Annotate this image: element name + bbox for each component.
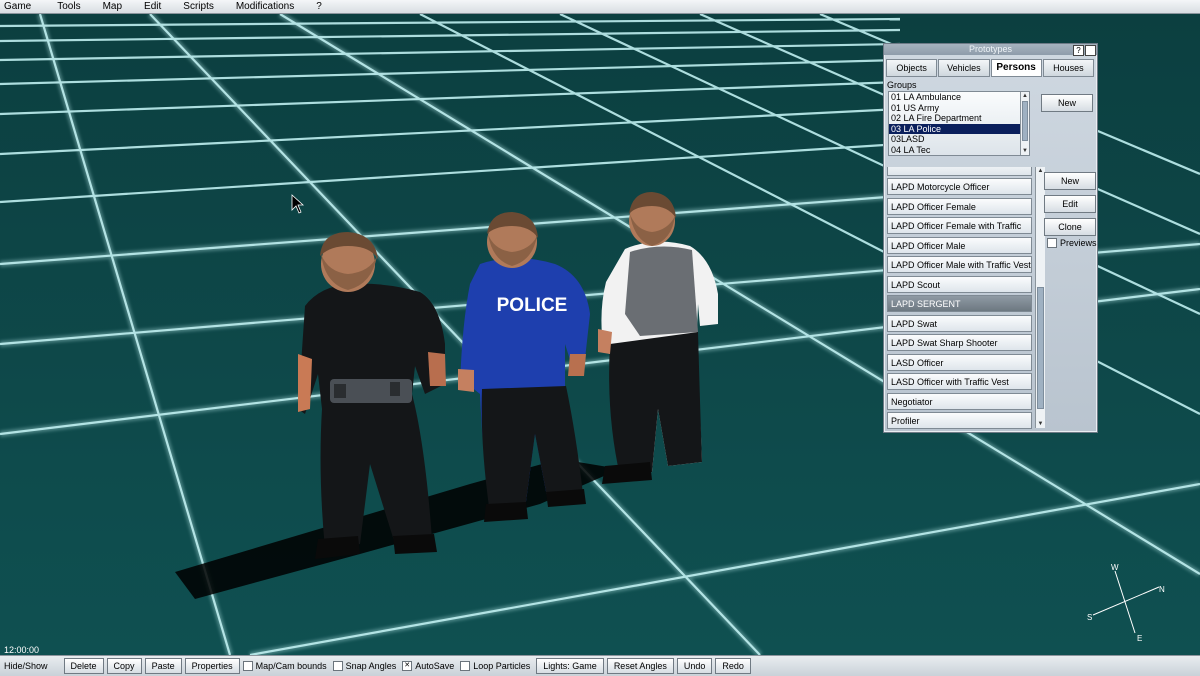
menu-help[interactable]: ? bbox=[312, 0, 322, 13]
hide-show-toggle[interactable]: Hide/Show bbox=[0, 661, 48, 671]
group-item-selected[interactable]: 03 LA Police bbox=[889, 123, 1029, 134]
copy-button[interactable]: Copy bbox=[106, 658, 142, 674]
group-item[interactable]: 01 LA Ambulance bbox=[889, 92, 1029, 103]
paste-button[interactable]: Paste bbox=[144, 658, 182, 674]
bottom-toolbar: Hide/Show Delete Copy Paste Properties M… bbox=[0, 655, 1200, 676]
group-new-button[interactable]: New bbox=[1041, 94, 1093, 112]
tab-houses[interactable]: Houses bbox=[1042, 59, 1094, 77]
prototypes-panel: Prototypes ? Objects Vehicles Persons Ho… bbox=[883, 43, 1098, 433]
shirt-police-text: POLICE bbox=[497, 295, 568, 316]
compass-rose-icon bbox=[1092, 570, 1160, 634]
group-item[interactable]: 03LASD bbox=[889, 134, 1029, 145]
menu-bar: Game Tools Map Edit Scripts Modification… bbox=[0, 0, 1200, 14]
person-item[interactable]: LAPD Officer Male bbox=[887, 237, 1032, 254]
new-button[interactable]: New bbox=[1044, 172, 1096, 190]
properties-button[interactable]: Properties bbox=[184, 658, 240, 674]
autosave-checkbox[interactable]: ✕ bbox=[402, 661, 413, 671]
map-cam-bounds-toggle[interactable]: Map/Cam bounds bbox=[242, 661, 327, 671]
person-item[interactable]: LAPD Officer Female with Traffic Vest bbox=[887, 217, 1032, 248]
group-item[interactable]: 01 US Army bbox=[889, 103, 1029, 114]
person-item[interactable]: LAPD Officer Female bbox=[887, 198, 1032, 215]
redo-button[interactable]: Redo bbox=[715, 658, 751, 674]
edit-button[interactable]: Edit bbox=[1044, 195, 1096, 213]
loop-particles-label: Loop Particles bbox=[473, 661, 531, 671]
compass: W N S E bbox=[1085, 563, 1165, 643]
groups-scrollbar[interactable]: ▲ ▼ bbox=[1020, 92, 1029, 155]
autosave-label: AutoSave bbox=[415, 661, 455, 671]
previews-toggle[interactable]: Previews bbox=[1047, 238, 1097, 248]
person-item[interactable]: LAPD Motorcycle Officer bbox=[887, 178, 1032, 195]
person-item-selected[interactable]: LAPD SERGENT bbox=[887, 295, 1032, 312]
undo-button[interactable]: Undo bbox=[676, 658, 713, 674]
minimize-button[interactable] bbox=[1085, 45, 1096, 56]
map-cam-bounds-checkbox[interactable] bbox=[242, 661, 253, 671]
person-item-partial[interactable] bbox=[887, 167, 1032, 176]
groups-label: Groups bbox=[887, 80, 917, 90]
compass-north-label: N bbox=[1159, 585, 1165, 594]
prototypes-titlebar: Prototypes ? bbox=[884, 44, 1097, 56]
reset-angles-button[interactable]: Reset Angles bbox=[606, 658, 674, 674]
tab-vehicles[interactable]: Vehicles bbox=[938, 59, 990, 77]
person-item[interactable]: Profiler bbox=[887, 412, 1032, 429]
person-item[interactable]: LAPD Swat Sharp Shooter bbox=[887, 334, 1032, 351]
person-item[interactable]: LASD Officer with Traffic Vest bbox=[887, 373, 1032, 390]
persons-scroll-thumb[interactable] bbox=[1037, 287, 1044, 409]
scroll-up-icon[interactable]: ▲ bbox=[1021, 92, 1029, 100]
loop-particles-toggle[interactable]: Loop Particles bbox=[460, 661, 530, 671]
group-item[interactable]: 02 LA Fire Department bbox=[889, 113, 1029, 124]
snap-angles-label: Snap Angles bbox=[345, 661, 397, 671]
menu-edit[interactable]: Edit bbox=[140, 0, 161, 13]
prototypes-tabs: Objects Vehicles Persons Houses bbox=[886, 59, 1095, 77]
compass-south-label: S bbox=[1087, 613, 1093, 622]
person-item[interactable]: Negotiator bbox=[887, 393, 1032, 410]
loop-particles-checkbox[interactable] bbox=[460, 661, 471, 671]
groups-list[interactable]: 01 LA Ambulance 01 US Army 02 LA Fire De… bbox=[888, 91, 1030, 156]
menu-game[interactable]: Game bbox=[0, 0, 31, 13]
groups-scroll-thumb[interactable] bbox=[1022, 101, 1028, 141]
lights-button[interactable]: Lights: Game bbox=[536, 658, 604, 674]
persons-list[interactable]: LAPD Motorcycle Officer LAPD Officer Fem… bbox=[887, 167, 1035, 429]
compass-east-label: E bbox=[1137, 634, 1143, 643]
menu-map[interactable]: Map bbox=[99, 0, 122, 13]
autosave-toggle[interactable]: ✕ AutoSave bbox=[402, 661, 454, 671]
group-item[interactable]: 04 LA Tec bbox=[889, 145, 1029, 156]
snap-angles-toggle[interactable]: Snap Angles bbox=[332, 661, 397, 671]
compass-north-west-label: W bbox=[1111, 563, 1119, 572]
clone-button[interactable]: Clone bbox=[1044, 218, 1096, 236]
previews-label: Previews bbox=[1060, 238, 1097, 248]
scroll-down-icon[interactable]: ▼ bbox=[1036, 420, 1045, 428]
scroll-down-icon[interactable]: ▼ bbox=[1021, 147, 1029, 155]
tab-objects[interactable]: Objects bbox=[886, 59, 938, 77]
tab-persons[interactable]: Persons bbox=[990, 59, 1042, 77]
person-item[interactable]: LAPD Swat bbox=[887, 315, 1032, 332]
person-item[interactable]: LASD Officer bbox=[887, 354, 1032, 371]
snap-angles-checkbox[interactable] bbox=[332, 661, 343, 671]
menu-modifications[interactable]: Modifications bbox=[232, 0, 294, 13]
help-button[interactable]: ? bbox=[1073, 45, 1084, 56]
person-item[interactable]: LAPD Scout bbox=[887, 276, 1032, 293]
prototypes-title: Prototypes bbox=[968, 44, 1013, 54]
previews-checkbox[interactable] bbox=[1047, 238, 1057, 248]
menu-scripts[interactable]: Scripts bbox=[179, 0, 214, 13]
menu-tools[interactable]: Tools bbox=[53, 0, 80, 13]
game-clock: 12:00:00 bbox=[4, 645, 40, 655]
delete-button[interactable]: Delete bbox=[63, 658, 104, 674]
map-cam-bounds-label: Map/Cam bounds bbox=[255, 661, 327, 671]
person-item[interactable]: LAPD Officer Male with Traffic Vest bbox=[887, 256, 1032, 273]
